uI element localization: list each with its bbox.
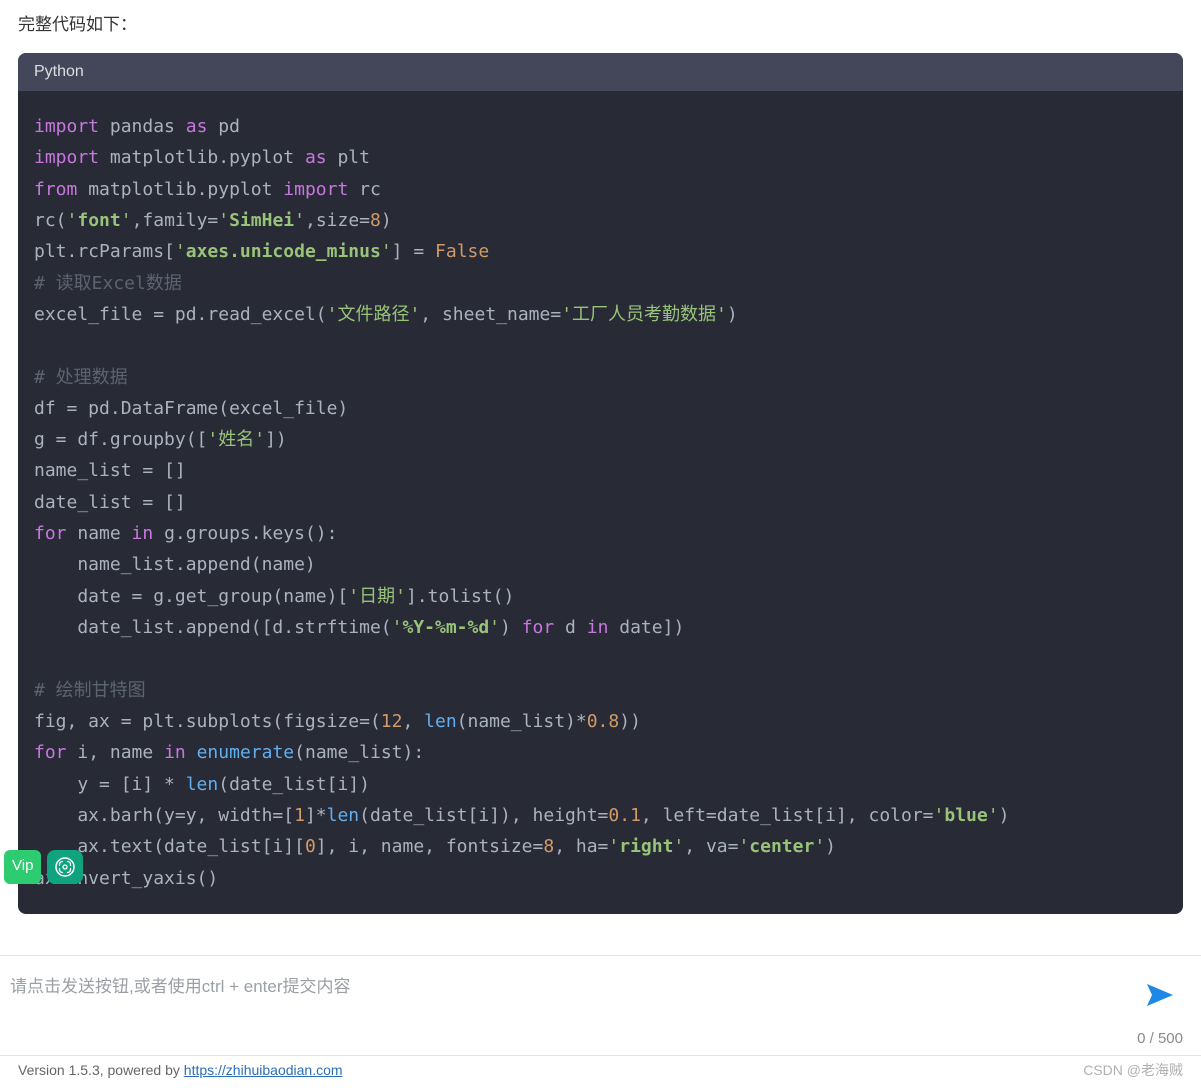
code-language-label: Python — [18, 53, 1183, 91]
main-content: 完整代码如下： Python import pandas as pd impor… — [0, 0, 1201, 914]
powered-by-link[interactable]: https://zhihuibaodian.com — [184, 1062, 343, 1078]
version-text: Version 1.5.3, powered by https://zhihui… — [18, 1062, 343, 1078]
footer: Version 1.5.3, powered by https://zhihui… — [0, 1054, 1201, 1090]
message-input-bar: 请点击发送按钮,或者使用ctrl + enter提交内容 0 / 500 — [0, 955, 1201, 1056]
message-input[interactable]: 请点击发送按钮,或者使用ctrl + enter提交内容 — [10, 968, 1137, 1001]
intro-text: 完整代码如下： — [18, 10, 1183, 35]
char-counter: 0 / 500 — [10, 1030, 1183, 1047]
ai-assistant-icon[interactable] — [47, 850, 83, 884]
code-body[interactable]: import pandas as pd import matplotlib.py… — [18, 91, 1183, 914]
watermark: CSDN @老海贼 — [1083, 1060, 1183, 1080]
vip-badge[interactable]: Vip — [4, 850, 41, 884]
send-button[interactable] — [1137, 978, 1183, 1012]
floating-badges: Vip — [4, 850, 83, 884]
code-block: Python import pandas as pd import matplo… — [18, 53, 1183, 914]
send-icon — [1145, 982, 1175, 1008]
